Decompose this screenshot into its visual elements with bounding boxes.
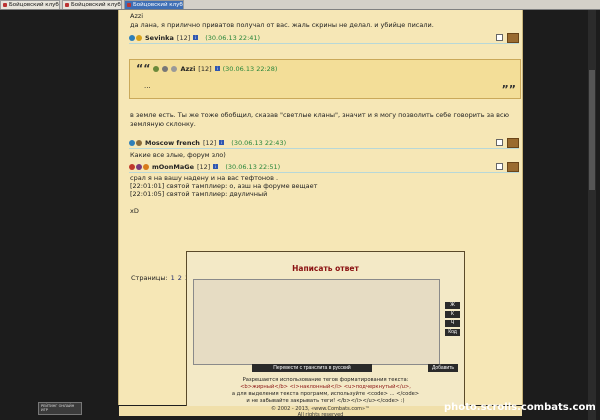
clan-icon — [143, 163, 149, 170]
quote-nick[interactable]: Azzi — [180, 65, 195, 73]
quote-content: ... — [144, 82, 151, 90]
user-badges — [129, 139, 142, 146]
scrollbar-thumb[interactable] — [589, 70, 595, 190]
tab-favicon-icon — [127, 3, 131, 7]
user-info-icon[interactable]: i — [214, 66, 220, 71]
browser-tab-1[interactable]: Бойцовский клуб — [0, 0, 60, 9]
reply-form: Написать ответ Ж К Ч Код Перевести с тра… — [186, 251, 465, 408]
rules-text: а для выделения текста программ, использ… — [231, 391, 420, 397]
quote-date: (30.06.13 22:28) — [222, 64, 278, 73]
tab-favicon-icon — [3, 3, 7, 7]
post-text: xD — [130, 207, 139, 215]
page-link[interactable]: 2 — [178, 274, 182, 282]
add-button[interactable]: Добавить — [428, 364, 458, 372]
page-link[interactable]: 1 — [171, 274, 175, 282]
quote-open-icon: ““ — [136, 62, 151, 75]
post-header-moon: mOonMaGe [12] i (30.06.13 22:51) — [129, 161, 519, 173]
post-text: Azzi — [130, 12, 144, 20]
reply-quote-icon[interactable] — [507, 138, 519, 148]
left-dark-margin — [0, 10, 118, 420]
align-icon — [129, 34, 135, 41]
reply-textarea[interactable] — [193, 279, 440, 365]
post-date: (30.06.13 22:43) — [231, 138, 287, 147]
scrollbar[interactable] — [588, 10, 596, 420]
user-badges — [129, 34, 142, 41]
underline-button[interactable]: Ч — [445, 320, 460, 327]
user-level: [12] — [202, 138, 217, 147]
browser-tab-3[interactable]: Бойцовский клуб — [124, 0, 184, 9]
clan-icon — [136, 34, 142, 41]
reply-title: Написать ответ — [292, 264, 359, 273]
quote-close-icon: ”” — [501, 83, 516, 96]
user-level: [12] — [197, 162, 211, 171]
forum-page: Azzi да лана, я прилично приватов получа… — [118, 10, 523, 418]
select-checkbox[interactable] — [496, 163, 503, 170]
rules-text: и не забывайте закрывать теги! </b></i><… — [246, 398, 405, 404]
quote-block: ““ Azzi [12] i (30.06.13 22:28) ... ”” — [129, 59, 521, 99]
tab-favicon-icon — [65, 3, 69, 7]
post-text: в земле есть. Ты же тоже обобщил, сказав… — [130, 111, 509, 119]
post-header-moscow: Moscow french [12] i (30.06.13 22:43) — [129, 137, 519, 149]
italic-button[interactable]: К — [445, 311, 460, 318]
rating-logo[interactable]: РЕЙТИНГ ОНЛАЙН ИГР — [38, 402, 82, 415]
post-text: срал я на вашу надену и на вас тефтонов … — [130, 174, 279, 182]
user-info-icon[interactable]: i — [213, 164, 219, 169]
user-nick[interactable]: Sevinka — [145, 34, 174, 42]
user-level: [12] — [176, 33, 191, 42]
select-checkbox[interactable] — [496, 139, 503, 146]
post-header-sevinka: Sevinka [12] i (30.06.13 22:41) — [129, 32, 519, 44]
align-icon — [153, 65, 160, 72]
clan-icon — [136, 139, 142, 146]
post-text: земляную склонку. — [130, 120, 196, 128]
user-badges — [129, 163, 149, 170]
clan-icon — [136, 163, 142, 170]
browser-tabbar: Бойцовский клуб Бойцовский клуб Бойцовск… — [0, 0, 600, 10]
reply-quote-icon[interactable] — [507, 33, 519, 43]
post-text: [22:01:05] святой тамплиер: двуличный — [130, 190, 268, 198]
quote-header: ““ Azzi [12] i (30.06.13 22:28) — [136, 62, 277, 75]
clan-icon — [171, 65, 178, 72]
post-text: [22:01:01] святой тамплиер: о, азш на фо… — [130, 182, 318, 190]
code-button[interactable]: Код — [445, 329, 460, 336]
align-icon — [129, 163, 135, 170]
pagination-label: Страницы: — [131, 274, 168, 282]
user-nick[interactable]: mOonMaGe — [152, 163, 194, 171]
user-nick[interactable]: Moscow french — [145, 139, 200, 147]
post-date: (30.06.13 22:51) — [225, 162, 281, 171]
rules-tags: <b>жирный</b> <i>наклонный</i> <u>подчер… — [240, 384, 411, 390]
bold-button[interactable]: Ж — [445, 302, 460, 309]
post-text: Какие все злые, форум зло) — [130, 151, 226, 159]
post-date: (30.06.13 22:41) — [205, 33, 261, 42]
post-text: да лана, я прилично приватов получал от … — [130, 21, 434, 29]
translit-button[interactable]: Перевести с транслита в русский — [252, 364, 372, 372]
browser-tab-2[interactable]: Бойцовский клуб — [62, 0, 122, 9]
select-checkbox[interactable] — [496, 34, 503, 41]
clan-icon — [162, 65, 169, 72]
rules-text: Разрешается использование тегов форматир… — [242, 377, 409, 383]
watermark: photo.scrolls.combats.com — [444, 402, 596, 413]
align-icon — [129, 139, 135, 146]
user-info-icon[interactable]: i — [219, 140, 225, 145]
quote-level: [12] — [198, 64, 212, 73]
reply-quote-icon[interactable] — [507, 162, 519, 172]
user-info-icon[interactable]: i — [193, 35, 199, 40]
